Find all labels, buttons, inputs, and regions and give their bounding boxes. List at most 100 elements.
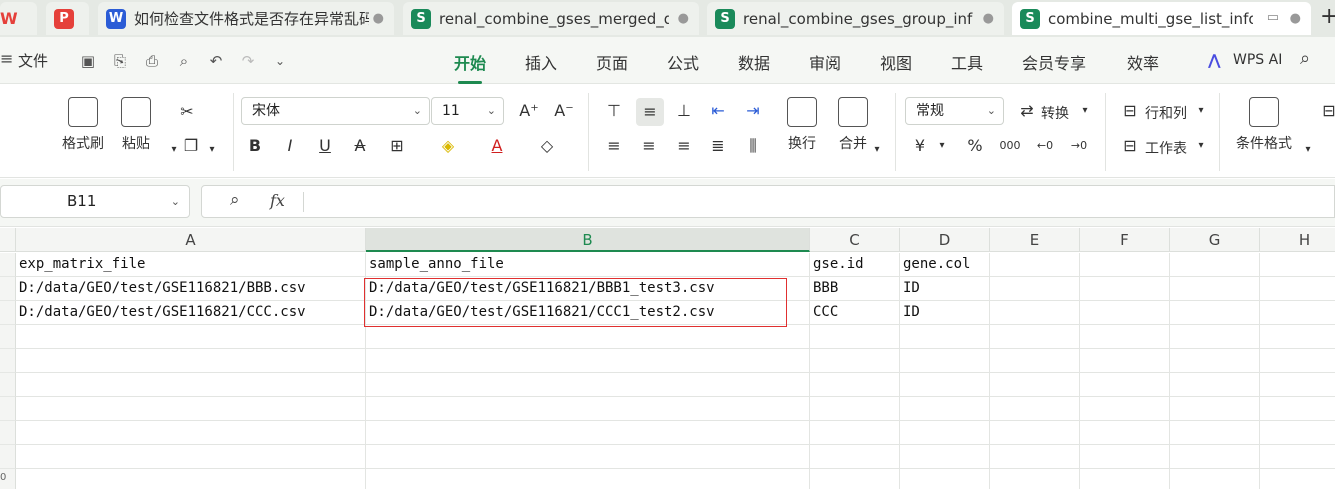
menu-home[interactable]: 开始 — [454, 50, 486, 84]
tab-doc[interactable]: W 如何检查文件格式是否存在异常乱码 ● — [98, 2, 394, 35]
column-header-f[interactable]: F — [1080, 228, 1170, 252]
table-cell[interactable] — [366, 421, 810, 445]
conditional-format-dropdown-icon[interactable]: ▾ — [1297, 139, 1319, 161]
table-cell[interactable] — [16, 445, 366, 469]
table-cell[interactable] — [16, 397, 366, 421]
table-cell[interactable] — [1170, 253, 1260, 277]
table-cell[interactable] — [900, 325, 990, 349]
tab-group-info[interactable]: S renal_combine_gses_group_info ● — [707, 2, 1004, 35]
increase-decimal-icon[interactable]: ←0 — [1034, 135, 1056, 157]
table-cell[interactable]: gene.col — [900, 253, 990, 277]
select-all-corner[interactable] — [0, 228, 16, 252]
decrease-indent-icon[interactable]: ⇤ — [707, 100, 729, 122]
table-cell[interactable] — [1080, 301, 1170, 325]
underline-icon[interactable]: U — [314, 135, 336, 157]
percent-icon[interactable]: % — [964, 135, 986, 157]
hamburger-icon[interactable]: ≡ — [0, 49, 13, 68]
table-cell[interactable] — [810, 349, 900, 373]
table-cell[interactable]: D:/data/GEO/test/GSE116821/BBB1_test3.cs… — [366, 277, 810, 301]
print-preview-icon[interactable]: ⌕ — [174, 51, 194, 71]
undo-icon[interactable]: ↶ — [206, 51, 226, 71]
worksheet-icon[interactable]: ⊟ — [1119, 135, 1141, 157]
table-cell[interactable] — [1170, 349, 1260, 373]
row-header[interactable] — [0, 253, 16, 277]
column-header-c[interactable]: C — [810, 228, 900, 252]
tab-close-icon[interactable]: ● — [373, 11, 384, 26]
print-icon[interactable]: ⎙ — [142, 51, 162, 71]
table-cell[interactable]: D:/data/GEO/test/GSE116821/CCC1_test2.cs… — [366, 301, 810, 325]
row-header[interactable] — [0, 373, 16, 397]
redo-icon[interactable]: ↷ — [238, 51, 258, 71]
align-left-icon[interactable]: ≡ — [603, 135, 625, 157]
tab-close-icon[interactable]: ● — [983, 11, 994, 26]
decrease-decimal-icon[interactable]: →0 — [1068, 135, 1090, 157]
table-cell[interactable] — [1170, 445, 1260, 469]
align-center-icon[interactable]: ≡ — [638, 135, 660, 157]
increase-indent-icon[interactable]: ⇥ — [742, 100, 764, 122]
table-cell[interactable] — [900, 469, 990, 489]
merge-dropdown-icon[interactable]: ▾ — [866, 139, 888, 161]
row-header[interactable] — [0, 421, 16, 445]
row-header[interactable] — [0, 349, 16, 373]
table-cell[interactable] — [990, 325, 1080, 349]
table-cell[interactable] — [810, 373, 900, 397]
distribute-icon[interactable]: ⫼ — [742, 135, 764, 157]
table-cell[interactable] — [990, 373, 1080, 397]
table-cell[interactable] — [1080, 469, 1170, 489]
convert-label[interactable]: 转换 — [1041, 103, 1069, 123]
table-cell[interactable] — [1080, 373, 1170, 397]
wrap-text-button[interactable]: 换行 — [787, 97, 817, 153]
number-format-select[interactable]: 常规 ⌄ — [905, 97, 1004, 125]
table-cell[interactable] — [1260, 469, 1335, 489]
row-header[interactable] — [0, 301, 16, 325]
table-cell[interactable]: D:/data/GEO/test/GSE116821/CCC.csv — [16, 301, 366, 325]
table-cell[interactable] — [1260, 397, 1335, 421]
copy-dropdown-icon[interactable]: ▾ — [201, 139, 223, 161]
table-cell[interactable] — [900, 373, 990, 397]
menu-efficiency[interactable]: 效率 — [1127, 50, 1159, 74]
increase-font-icon[interactable]: A⁺ — [518, 100, 540, 122]
merge-button[interactable]: 合并 — [838, 97, 868, 153]
table-cell[interactable] — [366, 349, 810, 373]
table-cell[interactable] — [1170, 277, 1260, 301]
table-cell[interactable]: exp_matrix_file — [16, 253, 366, 277]
currency-icon[interactable]: ¥ — [909, 135, 931, 157]
table-cell[interactable] — [990, 277, 1080, 301]
tab-pdf[interactable]: P — [46, 2, 89, 35]
tab-close-icon[interactable]: ● — [678, 11, 689, 26]
export-icon[interactable]: ⎘ — [110, 51, 130, 71]
table-cell[interactable]: D:/data/GEO/test/GSE116821/BBB.csv — [16, 277, 366, 301]
fx-icon[interactable]: fx — [270, 191, 285, 210]
quick-access-dropdown-icon[interactable]: ⌄ — [270, 51, 290, 71]
menu-view[interactable]: 视图 — [880, 50, 912, 74]
table-cell[interactable] — [990, 301, 1080, 325]
table-cell[interactable] — [990, 349, 1080, 373]
table-cell[interactable] — [1260, 349, 1335, 373]
thousands-icon[interactable]: 000 — [999, 135, 1021, 157]
table-cell[interactable] — [366, 469, 810, 489]
menu-member[interactable]: 会员专享 — [1022, 50, 1086, 74]
tab-list-info[interactable]: S combine_multi_gse_list_info ▭ ● — [1012, 2, 1311, 35]
save-icon[interactable]: ▣ — [78, 51, 98, 71]
align-top-icon[interactable]: ⊤ — [603, 100, 625, 122]
rows-cols-icon[interactable]: ⊟ — [1119, 100, 1141, 122]
border-icon[interactable]: ⊞ — [386, 135, 408, 157]
table-cell[interactable] — [1080, 277, 1170, 301]
name-box[interactable]: B11 ⌄ — [0, 185, 190, 218]
row-header[interactable] — [0, 397, 16, 421]
table-cell[interactable]: gse.id — [810, 253, 900, 277]
table-cell[interactable]: CCC — [810, 301, 900, 325]
table-cell[interactable] — [1080, 349, 1170, 373]
table-cell[interactable] — [990, 421, 1080, 445]
table-cell[interactable] — [1170, 421, 1260, 445]
column-header-h[interactable]: H — [1260, 228, 1335, 252]
table-cell[interactable] — [900, 421, 990, 445]
menu-tools[interactable]: 工具 — [951, 50, 983, 74]
zoom-search-icon[interactable]: ⌕ — [230, 190, 240, 210]
menu-review[interactable]: 审阅 — [809, 50, 841, 74]
column-header-a[interactable]: A — [16, 228, 366, 252]
row-header[interactable] — [0, 445, 16, 469]
strikethrough-icon[interactable]: A — [349, 135, 371, 157]
table-cell[interactable]: ID — [900, 277, 990, 301]
spreadsheet-grid[interactable]: A B C D E F G H exp_matrix_file sample_an… — [0, 228, 1335, 489]
